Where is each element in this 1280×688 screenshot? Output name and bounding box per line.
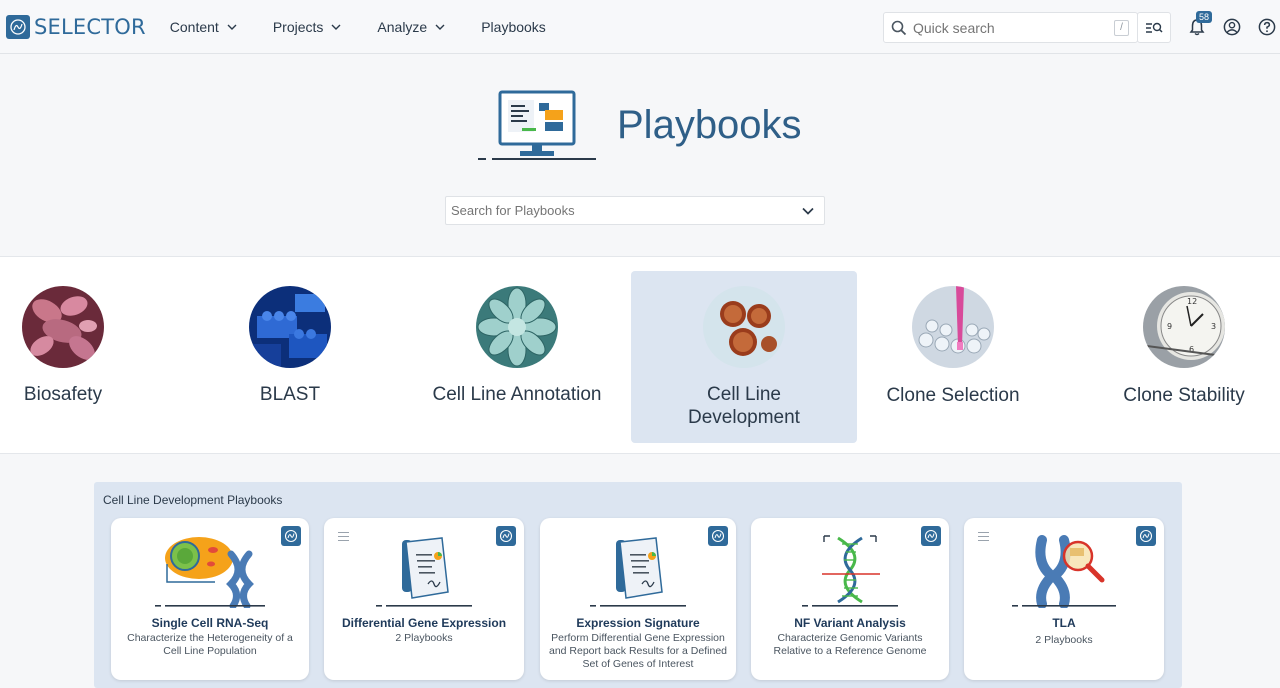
search-icon: [891, 20, 907, 35]
page-title: Playbooks: [617, 103, 802, 147]
selector-badge-icon: [708, 526, 728, 546]
playbook-search-select[interactable]: [445, 196, 825, 225]
card-subtitle: Characterize Genomic Variants Relative t…: [773, 632, 927, 657]
nav-content-label: Content: [169, 18, 219, 35]
svg-text:9: 9: [1167, 322, 1172, 331]
category-cell-line-annotation[interactable]: Cell Line Annotation: [404, 257, 630, 455]
playbooks-hero: Playbooks: [0, 55, 1280, 255]
card-title: Differential Gene Expression: [341, 616, 507, 630]
svg-text:3: 3: [1211, 322, 1216, 331]
quick-search: /: [883, 12, 1138, 43]
card-title: Single Cell RNA-Seq: [151, 616, 269, 630]
playbook-search-input[interactable]: [451, 203, 771, 218]
user-account-button[interactable]: [1222, 17, 1242, 37]
blast-image-icon: [249, 286, 331, 368]
playbook-card-tla[interactable]: TLA 2 Playbooks: [964, 518, 1164, 680]
drag-handle-icon[interactable]: [338, 532, 349, 544]
notification-count-badge: 58: [1196, 11, 1213, 23]
selector-logo-icon: [6, 14, 30, 39]
advanced-search-icon: [1146, 22, 1163, 33]
quick-search-input[interactable]: [913, 19, 1103, 36]
selector-badge-icon: [496, 526, 516, 546]
category-clone-selection[interactable]: Clone Selection: [840, 257, 1066, 455]
top-navigation-bar: SELECTOR Content Projects Analyze Playbo…: [0, 0, 1280, 54]
card-subtitle: Perform Differential Gene Expression and…: [548, 632, 727, 670]
playbook-card-expression-signature[interactable]: Expression Signature Perform Differentia…: [540, 518, 736, 680]
nav-projects-label: Projects: [272, 18, 324, 35]
category-biosafety[interactable]: Biosafety: [0, 257, 176, 455]
category-label: Biosafety: [23, 384, 103, 405]
chevron-down-icon: [227, 24, 237, 30]
category-clone-stability[interactable]: 12 3 6 9 Clone Stability: [1071, 257, 1280, 455]
selector-badge-icon: [281, 526, 301, 546]
card-subtitle: 2 Playbooks: [1035, 634, 1093, 646]
report-document-illustration-icon: [376, 537, 472, 607]
category-label: Clone Stability: [1123, 385, 1245, 406]
main-nav: Content Projects Analyze Playbooks: [170, 19, 582, 35]
category-label: Cell Line Development: [688, 384, 800, 428]
category-label: Clone Selection: [886, 385, 1020, 406]
category-label: BLAST: [259, 384, 321, 405]
nav-analyze[interactable]: Analyze: [377, 19, 445, 35]
chevron-down-icon: [331, 24, 341, 30]
search-shortcut-key: /: [1114, 20, 1129, 36]
card-subtitle: Characterize the Heterogeneity of a Cell…: [127, 632, 293, 657]
cell-line-annotation-image-icon: [476, 286, 558, 368]
selector-badge-icon: [921, 526, 941, 546]
clone-selection-image-icon: [912, 286, 994, 368]
cell-chromosome-illustration-icon: [155, 537, 265, 608]
clone-stability-image-icon: 12 3 6 9: [1143, 286, 1225, 368]
category-blast[interactable]: BLAST: [177, 257, 403, 455]
dna-helix-illustration-icon: [802, 535, 898, 607]
category-strip: Biosafety BLAST Cell Line Annotation Cel…: [0, 256, 1280, 454]
monitor-illustration-icon: [478, 90, 596, 160]
logo-text: SELECTOR: [34, 14, 146, 39]
card-title: TLA: [1052, 616, 1076, 630]
card-subtitle: 2 Playbooks: [395, 632, 453, 644]
nav-content[interactable]: Content: [170, 19, 237, 35]
chevron-down-icon[interactable]: [802, 206, 814, 216]
magnified-chromosome-illustration-icon: [1012, 535, 1116, 608]
playbooks-panel: Cell Line Development Playbooks Single C…: [94, 482, 1182, 688]
cell-line-development-image-icon: [703, 286, 785, 368]
playbook-card-differential-gene-expression[interactable]: Differential Gene Expression 2 Playbooks: [324, 518, 524, 680]
advanced-search-button[interactable]: [1137, 12, 1171, 43]
report-document-illustration-icon: [590, 537, 686, 607]
playbook-card-nf-variant-analysis[interactable]: NF Variant Analysis Characterize Genomic…: [751, 518, 949, 680]
nav-playbooks[interactable]: Playbooks: [481, 19, 546, 35]
user-icon: [1223, 18, 1241, 36]
card-title: NF Variant Analysis: [794, 616, 906, 630]
category-cell-line-development[interactable]: Cell Line Development: [631, 271, 857, 443]
panel-title: Cell Line Development Playbooks: [103, 493, 283, 507]
nav-playbooks-label: Playbooks: [481, 18, 546, 35]
svg-text:12: 12: [1187, 297, 1197, 306]
nav-projects[interactable]: Projects: [273, 19, 342, 35]
help-button[interactable]: [1257, 17, 1277, 37]
category-label: Cell Line Annotation: [432, 384, 602, 405]
selector-badge-icon: [1136, 526, 1156, 546]
chevron-down-icon: [435, 24, 445, 30]
card-title: Expression Signature: [576, 616, 700, 630]
app-logo[interactable]: SELECTOR: [6, 14, 146, 39]
nav-analyze-label: Analyze: [377, 18, 428, 35]
drag-handle-icon[interactable]: [978, 532, 989, 544]
biosafety-image-icon: [22, 286, 104, 368]
playbook-card-single-cell-rna-seq[interactable]: Single Cell RNA-Seq Characterize the Het…: [111, 518, 309, 680]
help-icon: [1258, 18, 1276, 36]
